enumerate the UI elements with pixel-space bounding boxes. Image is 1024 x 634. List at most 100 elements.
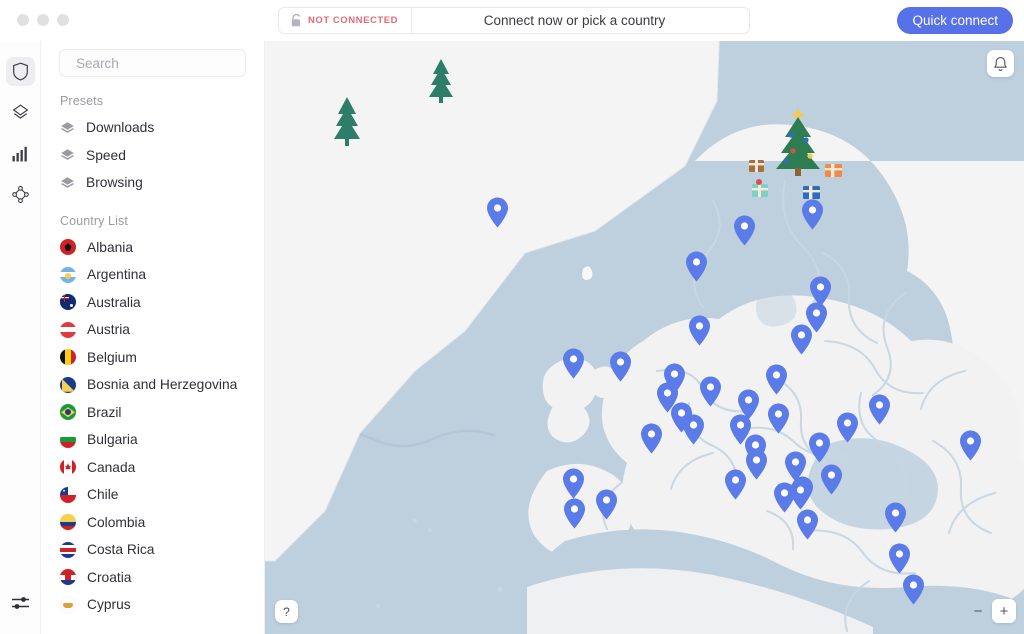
flag-icon-cl	[60, 487, 76, 503]
preset-label: Downloads	[86, 120, 154, 135]
country-item-cl[interactable]: Chile	[41, 481, 264, 509]
rail-item-settings[interactable]	[6, 588, 35, 617]
connection-status-bar: NOT CONNECTED Connect now or pick a coun…	[278, 7, 750, 34]
search-input[interactable]	[76, 56, 253, 71]
server-pin[interactable]	[684, 250, 709, 283]
server-pin[interactable]	[485, 196, 510, 229]
sliders-icon	[11, 595, 30, 611]
preset-item-downloads[interactable]: Downloads	[41, 114, 264, 142]
rail-item-network[interactable]	[6, 180, 35, 209]
flag-icon-at	[60, 322, 76, 338]
server-pin[interactable]	[819, 463, 844, 496]
layers-icon	[11, 103, 30, 122]
country-item-al[interactable]: Albania	[41, 234, 264, 262]
preset-label: Browsing	[86, 175, 143, 190]
server-pin[interactable]	[867, 393, 892, 426]
status-message: Connect now or pick a country	[412, 13, 749, 28]
server-pin[interactable]	[766, 402, 791, 435]
server-pin[interactable]	[800, 198, 825, 231]
country-label: Belgium	[87, 350, 137, 365]
nordvpn-window: NOT CONNECTED Connect now or pick a coun…	[0, 0, 1024, 634]
server-pin[interactable]	[562, 497, 587, 530]
country-label: Bulgaria	[87, 432, 138, 447]
server-pin[interactable]	[788, 478, 813, 511]
server-pin[interactable]	[639, 422, 664, 455]
quick-connect-button[interactable]: Quick connect	[897, 7, 1013, 34]
country-label: Canada	[87, 460, 135, 475]
country-item-hr[interactable]: Croatia	[41, 564, 264, 592]
country-label: Colombia	[87, 515, 145, 530]
server-pin[interactable]	[807, 431, 832, 464]
country-label: Brazil	[87, 405, 122, 420]
server-pin[interactable]	[835, 411, 860, 444]
country-item-cy[interactable]: Cyprus	[41, 591, 264, 619]
icon-rail	[0, 41, 41, 634]
country-label: Australia	[87, 295, 141, 310]
flag-icon-cy	[60, 597, 76, 613]
server-pin[interactable]	[795, 508, 820, 541]
server-pin[interactable]	[687, 314, 712, 347]
server-pin[interactable]	[681, 413, 706, 446]
country-label: Bosnia and Herzegovina	[87, 377, 237, 392]
server-pin-layer	[265, 41, 1024, 634]
server-pin[interactable]	[732, 214, 757, 247]
window-controls	[0, 14, 69, 26]
unlocked-padlock-icon	[291, 14, 302, 27]
server-pin[interactable]	[561, 467, 586, 500]
flag-icon-be	[60, 349, 76, 365]
presets-list: Downloads Speed Browsing	[41, 114, 264, 197]
layers-icon	[60, 148, 75, 162]
server-pin[interactable]	[594, 488, 619, 521]
country-label: Cyprus	[87, 597, 131, 612]
rail-item-vpn[interactable]	[6, 57, 35, 86]
server-pin[interactable]	[901, 573, 926, 606]
notifications-button[interactable]	[987, 50, 1014, 77]
country-label: Austria	[87, 322, 130, 337]
server-pin[interactable]	[608, 350, 633, 383]
country-item-br[interactable]: Brazil	[41, 399, 264, 427]
zoom-out-button[interactable]: −	[966, 599, 990, 623]
server-pin[interactable]	[698, 375, 723, 408]
flag-icon-br	[60, 404, 76, 420]
server-pin[interactable]	[887, 542, 912, 575]
layers-icon	[60, 176, 75, 190]
country-item-ar[interactable]: Argentina	[41, 261, 264, 289]
server-pin[interactable]	[789, 323, 814, 356]
server-pin[interactable]	[883, 501, 908, 534]
rail-item-meshnet[interactable]	[6, 98, 35, 127]
server-pin[interactable]	[958, 429, 983, 462]
country-item-bg[interactable]: Bulgaria	[41, 426, 264, 454]
help-button[interactable]: ?	[275, 600, 298, 623]
server-pin[interactable]	[561, 347, 586, 380]
server-pin[interactable]	[764, 363, 789, 396]
country-item-at[interactable]: Austria	[41, 316, 264, 344]
country-item-ba[interactable]: Bosnia and Herzegovina	[41, 371, 264, 399]
title-bar: NOT CONNECTED Connect now or pick a coun…	[0, 0, 1024, 41]
close-button[interactable]	[17, 14, 29, 26]
flag-icon-al	[60, 239, 76, 255]
minimize-button[interactable]	[37, 14, 49, 26]
flag-icon-au	[60, 294, 76, 310]
preset-item-speed[interactable]: Speed	[41, 142, 264, 170]
server-pin[interactable]	[723, 468, 748, 501]
flag-icon-co	[60, 514, 76, 530]
layers-icon	[60, 121, 75, 135]
country-item-cr[interactable]: Costa Rica	[41, 536, 264, 564]
country-item-be[interactable]: Belgium	[41, 344, 264, 372]
country-list-heading: Country List	[41, 197, 264, 234]
presets-heading: Presets	[41, 77, 264, 114]
flag-icon-bg	[60, 432, 76, 448]
rail-item-stats[interactable]	[6, 139, 35, 168]
status-label: NOT CONNECTED	[308, 15, 398, 26]
country-item-ca[interactable]: Canada	[41, 454, 264, 482]
search-field[interactable]	[59, 49, 246, 77]
zoom-in-button[interactable]: +	[992, 599, 1016, 623]
country-item-co[interactable]: Colombia	[41, 509, 264, 537]
preset-item-browsing[interactable]: Browsing	[41, 169, 264, 197]
maximize-button[interactable]	[57, 14, 69, 26]
country-item-au[interactable]: Australia	[41, 289, 264, 317]
flag-icon-ba	[60, 377, 76, 393]
flag-icon-ca	[60, 459, 76, 475]
world-map[interactable]: ? − +	[265, 41, 1024, 634]
bar-chart-icon	[11, 145, 29, 163]
